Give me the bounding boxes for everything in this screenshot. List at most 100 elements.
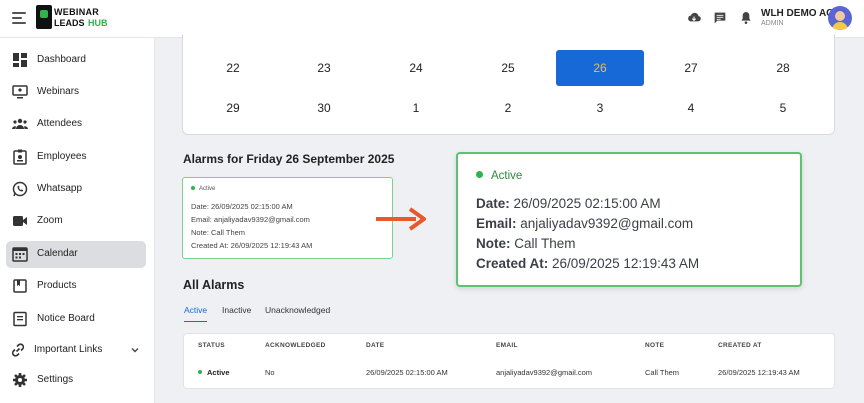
status-value: Active <box>207 368 230 377</box>
sidebar-item-label: Attendees <box>37 118 83 129</box>
menu-icon[interactable] <box>12 12 26 24</box>
sidebar-item-label: Important Links <box>34 344 103 355</box>
badge-icon <box>13 149 27 165</box>
date-label: Date: <box>476 196 510 211</box>
created-value: 26/09/2025 12:19:43 AM <box>552 256 700 271</box>
column-header-created-at[interactable]: CREATED AT <box>718 342 762 349</box>
logo-text-webinar: WEBINAR <box>54 7 100 17</box>
tab-unacknowledged[interactable]: Unacknowledged <box>265 305 330 322</box>
alarm-note: Note: Call Them <box>191 228 246 237</box>
chat-icon[interactable] <box>712 10 728 26</box>
email-value: anjaliyadav9392@gmail.com <box>520 216 694 231</box>
note-value: Call Them <box>514 236 576 251</box>
calendar-day[interactable]: 28 <box>739 50 827 86</box>
status-badge: Active <box>476 170 522 182</box>
alarm-email: Email: anjaliyadav9392@gmail.com <box>191 215 310 224</box>
user-name[interactable]: WLH DEMO AC <box>761 8 833 19</box>
calendar-grid: 22 23 24 25 26 27 28 29 30 1 2 3 4 5 <box>182 34 835 135</box>
bell-icon[interactable] <box>738 10 754 26</box>
sidebar-item-notice-board[interactable]: Notice Board <box>6 306 146 333</box>
calendar-day-selected[interactable]: 26 <box>556 50 644 86</box>
user-role: ADMIN <box>761 20 784 27</box>
calendar-day[interactable]: 24 <box>372 50 460 86</box>
alarm-created: Created At: 26/09/2025 12:19:43 AM <box>476 256 699 271</box>
column-header-note[interactable]: NOTE <box>645 342 664 349</box>
status-dot <box>476 171 483 178</box>
calendar-day[interactable]: 29 <box>189 90 277 126</box>
column-header-date[interactable]: DATE <box>366 342 384 349</box>
top-actions <box>686 10 754 26</box>
alarms-table: STATUS ACKNOWLEDGED DATE EMAIL NOTE CREA… <box>183 333 835 389</box>
calendar-day[interactable]: 25 <box>464 50 552 86</box>
sidebar-item-label: Dashboard <box>37 54 86 65</box>
calendar-day[interactable]: 3 <box>556 90 644 126</box>
alarm-created: Created At: 26/09/2025 12:19:43 AM <box>191 241 313 250</box>
alarm-note: Note: Call Them <box>476 236 576 251</box>
sidebar-item-label: Notice Board <box>37 313 95 324</box>
sidebar-item-employees[interactable]: Employees <box>6 144 146 171</box>
people-icon <box>12 118 28 129</box>
sidebar-item-webinars[interactable]: Webinars <box>6 79 146 106</box>
cell-status: Active <box>198 368 230 377</box>
cell-email: anjaliyadav9392@gmail.com <box>496 368 592 377</box>
status-label: Active <box>491 170 523 182</box>
sidebar-item-label: Employees <box>37 151 87 162</box>
note-label: Note: <box>476 236 511 251</box>
cell-date: 26/09/2025 02:15:00 AM <box>366 368 448 377</box>
sidebar-item-products[interactable]: Products <box>6 273 146 300</box>
calendar-icon <box>12 247 28 262</box>
alarm-card-small[interactable]: Active Date: 26/09/2025 02:15:00 AM Emai… <box>182 177 393 259</box>
monitor-icon <box>12 85 28 99</box>
calendar-day[interactable]: 22 <box>189 50 277 86</box>
calendar-day[interactable]: 27 <box>647 50 735 86</box>
sidebar-item-label: Calendar <box>37 248 78 259</box>
status-dot <box>198 370 202 374</box>
video-camera-icon <box>13 216 27 226</box>
sidebar-item-dashboard[interactable]: Dashboard <box>6 47 146 74</box>
sidebar-item-important-links[interactable]: Important Links <box>6 337 146 364</box>
calendar-day[interactable]: 5 <box>739 90 827 126</box>
gear-icon <box>13 373 27 387</box>
app-logo[interactable]: WEBINAR LEADS HUB <box>36 5 110 29</box>
sidebar-item-label: Whatsapp <box>37 183 83 194</box>
created-label: Created At: <box>476 256 549 271</box>
sidebar-item-settings[interactable]: Settings <box>6 367 146 394</box>
whatsapp-icon <box>12 181 28 197</box>
sidebar-item-attendees[interactable]: Attendees <box>6 111 146 138</box>
calendar-day[interactable]: 2 <box>464 90 552 126</box>
alarms-day-title: Alarms for Friday 26 September 2025 <box>183 152 395 166</box>
calendar-day[interactable]: 1 <box>372 90 460 126</box>
sidebar-item-calendar[interactable]: Calendar <box>6 241 146 268</box>
status-label: Active <box>199 186 216 192</box>
cloud-download-icon[interactable] <box>686 10 702 26</box>
product-icon <box>13 279 27 293</box>
tab-inactive[interactable]: Inactive <box>222 305 251 322</box>
logo-text-hub: HUB <box>88 18 108 28</box>
main-content: 22 23 24 25 26 27 28 29 30 1 2 3 4 5 Ala… <box>155 34 864 403</box>
column-header-email[interactable]: EMAIL <box>496 342 518 349</box>
sidebar-item-zoom[interactable]: Zoom <box>6 208 146 235</box>
calendar-day[interactable]: 4 <box>647 90 735 126</box>
all-alarms-title: All Alarms <box>183 278 245 292</box>
logo-text-leads: LEADS <box>54 18 85 28</box>
calendar-day[interactable]: 23 <box>280 50 368 86</box>
tab-active[interactable]: Active <box>184 305 208 322</box>
avatar[interactable] <box>828 6 852 30</box>
user-avatar-icon <box>832 10 848 30</box>
dashboard-icon <box>13 53 27 67</box>
status-dot <box>191 186 195 190</box>
date-value: 26/09/2025 02:15:00 AM <box>513 196 661 211</box>
link-icon <box>11 343 25 357</box>
cell-note: Call Them <box>645 368 680 377</box>
column-header-status[interactable]: STATUS <box>198 342 225 349</box>
calendar-day[interactable]: 30 <box>280 90 368 126</box>
sidebar-item-whatsapp[interactable]: Whatsapp <box>6 176 146 203</box>
top-bar: WEBINAR LEADS HUB WLH DEMO AC ADMIN <box>0 0 864 38</box>
cell-created-at: 26/09/2025 12:19:43 AM <box>718 368 800 377</box>
arrow-right-icon <box>376 207 426 231</box>
sidebar-item-label: Webinars <box>37 86 80 97</box>
sidebar: Dashboard Webinars Attendees Employees W… <box>0 38 155 403</box>
chevron-down-icon[interactable] <box>130 345 140 355</box>
column-header-acknowledged[interactable]: ACKNOWLEDGED <box>265 342 326 349</box>
alarm-card-zoomed[interactable]: Active Date: 26/09/2025 02:15:00 AM Emai… <box>456 152 802 287</box>
